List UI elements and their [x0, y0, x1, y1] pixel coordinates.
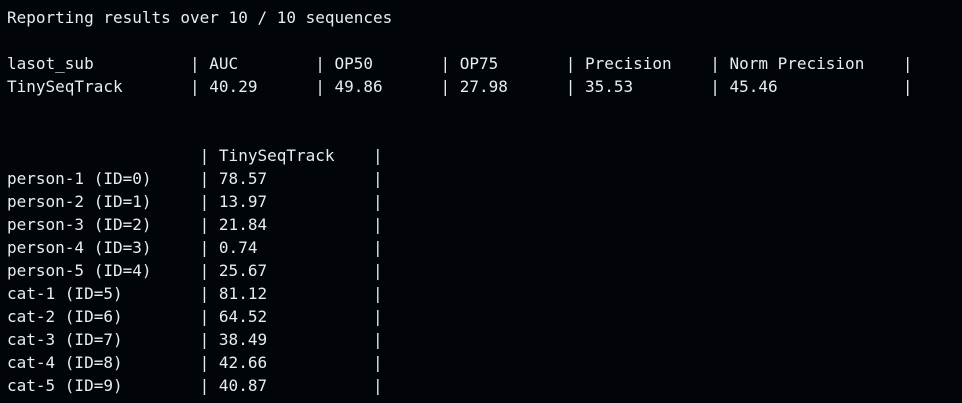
sequence-table-row: cat-2 (ID=6) | 64.52 | [7, 307, 383, 326]
report-header-line: Reporting results over 10 / 10 sequences [7, 8, 393, 27]
sequence-table-row: person-2 (ID=1) | 13.97 | [7, 192, 383, 211]
sequence-table-row: cat-4 (ID=8) | 42.66 | [7, 353, 383, 372]
summary-table-row: TinySeqTrack | 40.29 | 49.86 | 27.98 | 3… [7, 77, 913, 96]
sequence-table-row: cat-1 (ID=5) | 81.12 | [7, 284, 383, 303]
sequence-table-header: | TinySeqTrack | [7, 146, 383, 165]
sequence-table-row: cat-3 (ID=7) | 38.49 | [7, 330, 383, 349]
sequence-table-row: cat-5 (ID=9) | 40.87 | [7, 376, 383, 395]
sequence-table-row: person-3 (ID=2) | 21.84 | [7, 215, 383, 234]
sequence-table-row: person-5 (ID=4) | 25.67 | [7, 261, 383, 280]
sequence-table-row: person-1 (ID=0) | 78.57 | [7, 169, 383, 188]
sequence-table-row: person-4 (ID=3) | 0.74 | [7, 238, 383, 257]
terminal-output[interactable]: Reporting results over 10 / 10 sequences… [0, 0, 962, 403]
summary-table-header: lasot_sub | AUC | OP50 | OP75 | Precisio… [7, 54, 913, 73]
